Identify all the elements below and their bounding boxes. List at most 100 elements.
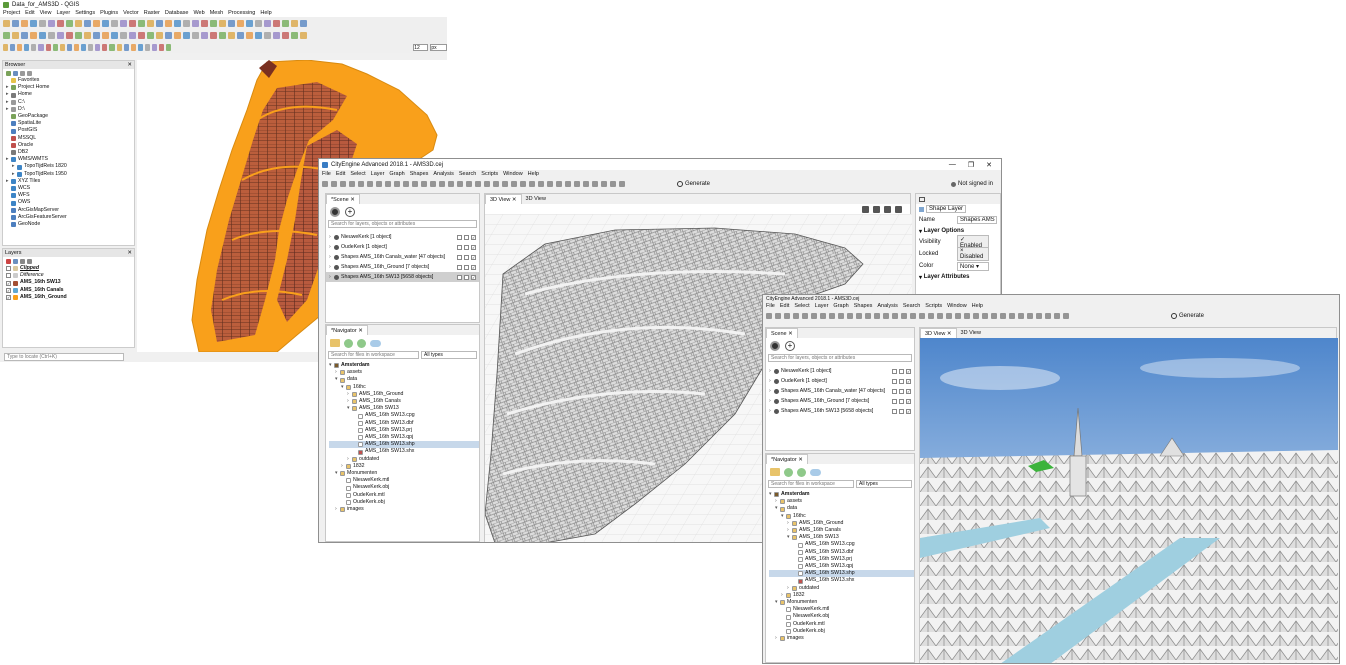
toolbar-tool-icon[interactable] [255,31,262,39]
toolbar-tool-icon[interactable] [300,31,307,39]
toolbar-tool-icon[interactable] [484,181,490,187]
toolbar-tool-icon[interactable] [183,31,190,39]
toolbar-tool-icon[interactable] [982,313,988,319]
navigator-item[interactable]: › AMS_16th_Ground [769,520,914,527]
toolbar-tool-icon[interactable] [1018,313,1024,319]
toolbar-tool-icon[interactable] [973,313,979,319]
toolbar-tool-icon[interactable] [493,181,499,187]
toolbar-tool-icon[interactable] [84,19,91,27]
menu-item[interactable]: Help [528,171,539,177]
navigator-item[interactable]: › outdated [329,456,479,463]
refresh-icon[interactable] [13,70,18,76]
menu-item[interactable]: Select [350,171,365,177]
navigator-search-input[interactable]: Search for files in workspace [328,351,419,359]
name-field[interactable]: Shapes AMS [957,216,997,224]
toolbar-tool-icon[interactable] [466,181,472,187]
navigator-item[interactable]: OudeKerk.obj [329,499,479,506]
navigator-item[interactable]: AMS_16th SW13.cpg [329,412,479,419]
scene-layer-row[interactable]: › NieuweKerk [1 object] ✓ [766,366,914,376]
render-icon[interactable] [873,205,880,213]
toolbar-tool-icon[interactable] [57,19,64,27]
scale-input[interactable]: 12 [413,43,429,51]
toolbar-tool-icon[interactable] [273,19,280,27]
navigator-item[interactable]: ▾ AMS_16th SW13 [329,405,479,412]
toolbar-tool-icon[interactable] [322,181,328,187]
tab-navigator[interactable]: *Navigator ✕ [326,325,368,335]
browser-item[interactable]: MSSQL [6,135,134,142]
browser-item[interactable]: ▸ TopoTijdReis 1820 [6,163,134,170]
scene-layer-row[interactable]: › Shapes AMS_16th SW13 [5658 objects] ✓ [326,272,479,282]
browser-item[interactable]: OWS [6,199,134,206]
browser-item[interactable]: ▸ D:\ [6,106,134,113]
toolbar-tool-icon[interactable] [129,31,136,39]
toolbar-tool-icon[interactable] [255,19,262,27]
ce2-navigator-search-input[interactable]: Search for files in workspace [768,480,854,488]
navigator-item[interactable]: › AMS_16th Canals [769,527,914,534]
scene-layer-checkbox[interactable] [892,378,897,384]
scene-layer-checkbox[interactable]: ✓ [471,234,476,240]
scene-layer-checkbox[interactable]: ✓ [906,378,911,384]
toolbar-tool-icon[interactable] [856,313,862,319]
ce2-scene-search-input[interactable]: Search for layers, objects or attributes [768,354,912,362]
toolbar-tool-icon[interactable] [38,43,44,51]
toolbar-tool-icon[interactable] [174,31,181,39]
toolbar-tool-icon[interactable] [237,19,244,27]
toolbar-tool-icon[interactable] [39,31,46,39]
view-settings-icon[interactable] [884,205,891,213]
toolbar-tool-icon[interactable] [116,43,122,51]
toolbar-tool-icon[interactable] [130,43,136,51]
toolbar-tool-icon[interactable] [123,43,129,51]
navigator-item[interactable]: NieuweKerk.mtl [769,606,914,613]
toolbar-tool-icon[interactable] [93,19,100,27]
menu-item[interactable]: Vector [123,10,139,16]
toolbar-tool-icon[interactable] [3,43,9,51]
browser-item[interactable]: SpatiaLite [6,120,134,127]
menu-item[interactable]: Graph [389,171,404,177]
close-icon[interactable]: ✕ [986,161,992,169]
toolbar-tool-icon[interactable] [457,181,463,187]
ce2-tab-3d-view-1[interactable]: 3D View ✕ [920,328,957,338]
scene-layer-row[interactable]: › Shapes AMS_16th Canals_water [47 object… [766,386,914,396]
toolbar-tool-icon[interactable] [520,181,526,187]
toolbar-tool-icon[interactable] [829,313,835,319]
browser-item[interactable]: WFS [6,192,134,199]
toolbar-tool-icon[interactable] [874,313,880,319]
menu-item[interactable]: Window [503,171,523,177]
navigator-item[interactable]: › outdated [769,585,914,592]
navigator-item[interactable]: › 1832 [329,463,479,470]
menu-item[interactable]: Select [794,303,809,309]
toolbar-tool-icon[interactable] [282,19,289,27]
menu-item[interactable]: Database [165,10,189,16]
toolbar-tool-icon[interactable] [246,19,253,27]
toolbar-tool-icon[interactable] [1045,313,1051,319]
toolbar-tool-icon[interactable] [883,313,889,319]
navigator-item[interactable]: OudeKerk.obj [769,628,914,635]
toolbar-tool-icon[interactable] [120,31,127,39]
scene-layer-checkbox[interactable]: ✓ [906,398,911,404]
toolbar-tool-icon[interactable] [820,313,826,319]
toolbar-tool-icon[interactable] [367,181,373,187]
navigator-item[interactable]: ▾ data [329,376,479,383]
toolbar-tool-icon[interactable] [59,43,65,51]
toolbar-tool-icon[interactable] [502,181,508,187]
ce2-generate-button[interactable]: Generate [1171,313,1204,319]
toolbar-tool-icon[interactable] [75,19,82,27]
toolbar-tool-icon[interactable] [955,313,961,319]
menu-item[interactable]: Settings [75,10,95,16]
scene-layer-checkbox[interactable] [457,264,462,270]
toolbar-tool-icon[interactable] [1027,313,1033,319]
toolbar-tool-icon[interactable] [95,43,101,51]
navigator-item[interactable]: › assets [329,369,479,376]
menu-item[interactable]: Web [193,10,204,16]
scene-layer-checkbox[interactable] [899,388,904,394]
panel-close-icon[interactable]: ✕ [127,250,132,256]
menu-item[interactable]: Edit [25,10,34,16]
menu-item[interactable]: Mesh [210,10,223,16]
menu-item[interactable]: Shapes [854,303,873,309]
toolbar-tool-icon[interactable] [66,19,73,27]
browser-item[interactable]: ArcGisMapServer [6,207,134,214]
navigator-item[interactable]: › 1832 [769,592,914,599]
bookmark-icon[interactable] [895,205,902,213]
navigator-item[interactable]: AMS_16th SW13.shp [769,570,914,578]
not-signed-in-button[interactable]: Not signed in [951,181,993,187]
